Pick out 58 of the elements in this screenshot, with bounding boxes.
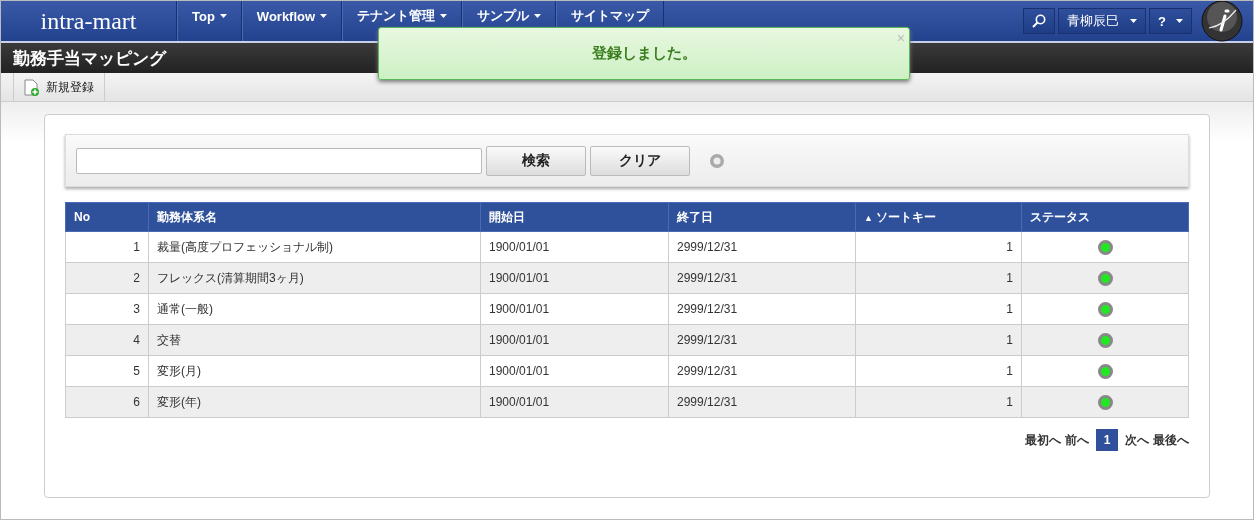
- next-page-link[interactable]: 次へ: [1125, 431, 1149, 449]
- table-cell: 6: [65, 386, 149, 418]
- column-header[interactable]: ステータス: [1021, 202, 1189, 232]
- search-button[interactable]: [1023, 8, 1056, 34]
- table-cell: 5: [65, 355, 149, 387]
- new-document-icon: [24, 78, 40, 96]
- table-cell: 1900/01/01: [480, 324, 669, 356]
- table-cell: 通常(一般): [148, 293, 481, 325]
- table-cell: 3: [65, 293, 149, 325]
- column-header[interactable]: ▲ ソートキー: [855, 202, 1022, 232]
- search-icon: [1032, 14, 1047, 28]
- table-cell: 1: [855, 293, 1022, 325]
- toast-message: 登録しました。: [591, 44, 697, 63]
- nav-menu-item[interactable]: Workflow: [241, 1, 343, 41]
- table-cell: 2999/12/31: [668, 386, 856, 418]
- search-form-button[interactable]: クリア: [590, 145, 690, 176]
- table-cell: 1900/01/01: [480, 231, 669, 263]
- table-cell: 1: [65, 231, 149, 263]
- table-cell: 変形(月): [148, 355, 481, 387]
- table-cell: 1900/01/01: [480, 355, 669, 387]
- table-cell: 1: [855, 231, 1022, 263]
- table-cell: 1900/01/01: [480, 293, 669, 325]
- page-number[interactable]: 1: [1096, 429, 1118, 451]
- column-header[interactable]: 開始日: [480, 202, 669, 232]
- table-cell: 1: [855, 324, 1022, 356]
- previous-page-link[interactable]: 前へ: [1065, 431, 1089, 449]
- table-cell: 4: [65, 324, 149, 356]
- logo[interactable]: intra-mart: [1, 1, 177, 41]
- user-menu[interactable]: 青柳辰巳: [1058, 8, 1147, 34]
- column-header[interactable]: No: [65, 202, 149, 232]
- sort-indicator: ▲: [864, 212, 873, 223]
- table-cell: 1: [855, 386, 1022, 418]
- table-cell: 裁量(高度プロフェッショナル制): [148, 231, 481, 263]
- table-cell: 2999/12/31: [668, 293, 856, 325]
- search-field[interactable]: [76, 147, 482, 174]
- table-cell: 2999/12/31: [668, 355, 856, 387]
- last-page-link[interactable]: 最後へ: [1153, 431, 1189, 449]
- table-cell: 2999/12/31: [668, 262, 856, 294]
- table-cell: 1900/01/01: [480, 386, 669, 418]
- table-cell: 交替: [148, 324, 481, 356]
- table-cell: 2999/12/31: [668, 324, 856, 356]
- table-cell: 1900/01/01: [480, 262, 669, 294]
- table-cell: 1: [855, 355, 1022, 387]
- logo-icon[interactable]: [1201, 1, 1243, 42]
- caret-icon: [1176, 19, 1183, 23]
- help-menu[interactable]: ?: [1149, 8, 1192, 34]
- column-header[interactable]: 勤務体系名: [148, 202, 481, 232]
- table-cell: 2: [65, 262, 149, 294]
- search-form-button[interactable]: 検索: [486, 145, 586, 176]
- caret-icon: [1130, 19, 1138, 23]
- table-cell: フレックス(清算期間3ヶ月): [148, 262, 481, 294]
- table-cell: 変形(年): [148, 386, 481, 418]
- table-cell: 1: [855, 262, 1022, 294]
- first-page-link[interactable]: 最初へ: [1025, 431, 1061, 449]
- nav-menu-item[interactable]: Top: [177, 1, 242, 41]
- column-header[interactable]: 終了日: [668, 202, 856, 232]
- table-cell: 2999/12/31: [668, 231, 856, 263]
- new-button[interactable]: 新規登録: [13, 73, 105, 101]
